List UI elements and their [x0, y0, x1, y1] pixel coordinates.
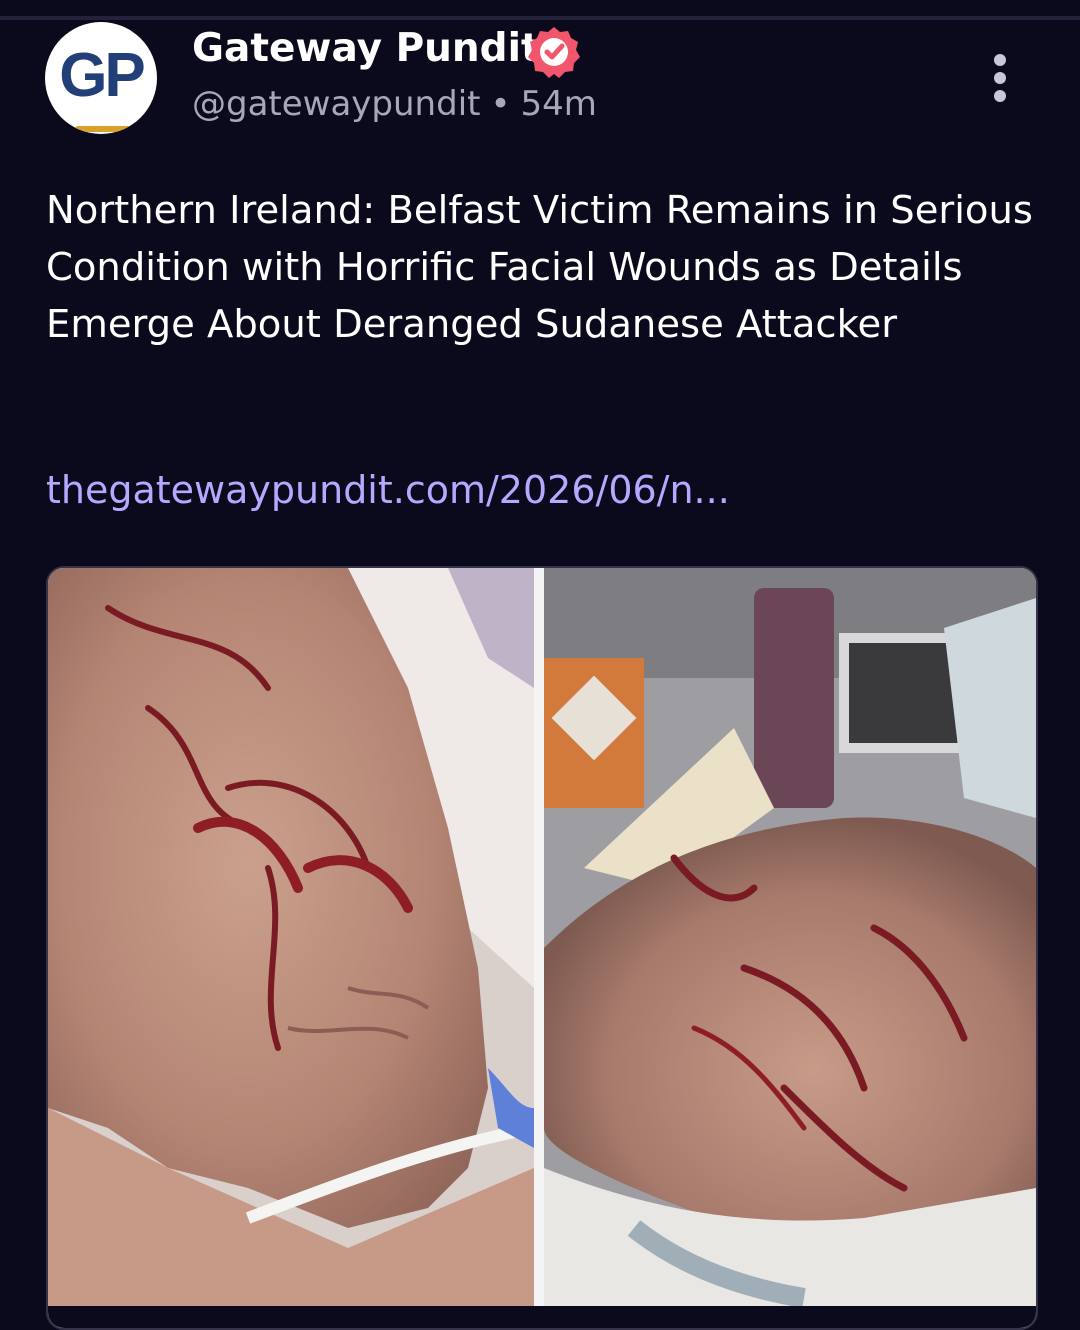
- verified-badge-icon: [526, 24, 582, 80]
- media-card[interactable]: [46, 566, 1038, 1330]
- avatar-logo-underline: [75, 126, 135, 132]
- handle-line: @gatewaypundit • 54m: [192, 84, 597, 124]
- post-time[interactable]: 54m: [521, 84, 597, 124]
- photo-right[interactable]: [544, 568, 1036, 1306]
- more-vertical-icon[interactable]: [988, 52, 1012, 104]
- avatar[interactable]: GP: [45, 22, 157, 134]
- photo-divider: [534, 568, 544, 1306]
- photo-left[interactable]: [48, 568, 534, 1306]
- display-name[interactable]: Gateway Pundit: [192, 26, 540, 71]
- separator-dot: •: [490, 84, 511, 124]
- post: GP Gateway Pundit @gatewaypundit • 54m Nor…: [0, 0, 1080, 1330]
- media-card-footer: [48, 1306, 1036, 1328]
- post-text: Northern Ireland: Belfast Victim Remains…: [46, 188, 1033, 347]
- avatar-logo-text: GP: [59, 40, 146, 110]
- article-link[interactable]: thegatewaypundit.com/2026/06/n...: [46, 468, 730, 512]
- handle[interactable]: @gatewaypundit: [192, 84, 480, 124]
